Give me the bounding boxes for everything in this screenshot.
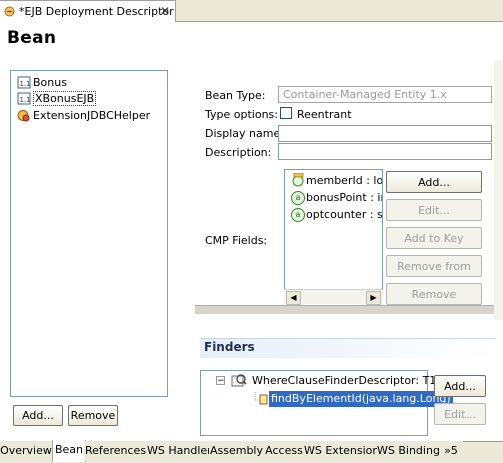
cmp-edit-button[interactable]: Edit... [386,199,482,221]
finder-method-icon [254,392,268,405]
ejb-bean-icon: 1.1 [17,76,31,89]
page-title: Bean [7,28,57,48]
finder-method-item[interactable]: findByElementId(java.lang.Long) [269,391,453,407]
editor-vertical-scrollbar[interactable] [494,60,503,320]
bean-type-label: Bean Type: [205,89,266,102]
description-label: Description: [205,146,272,159]
finder-descriptor-icon [231,374,247,387]
cmp-fields-label: CMP Fields: [205,234,268,247]
bean-list[interactable]: 1.1 Bonus 1.1 XBonusEJB ExtensionJDBCHel… [10,70,168,397]
session-bean-icon [17,110,30,122]
scroll-left-icon[interactable]: ◀ [286,291,301,305]
tab-references[interactable]: References [84,441,148,461]
key-field-icon [292,173,304,187]
ejb-descriptor-icon [4,6,15,17]
tab-bean[interactable]: Bean [52,440,86,462]
remove-bean-button[interactable]: Remove [68,405,118,426]
finder-edit-button[interactable]: Edit... [434,403,486,425]
display-name-field[interactable] [278,125,492,142]
reentrant-label: Reentrant [297,108,352,121]
cmp-remove-button[interactable]: Remove [386,283,482,305]
attribute-icon: a [291,191,305,205]
close-icon[interactable]: ✕ [160,4,170,18]
section-divider [195,305,503,314]
svg-text:1.1: 1.1 [20,80,31,88]
editor-tab[interactable]: *EJB Deployment Descriptor ✕ [0,0,176,22]
tab-ws-extension[interactable]: WS Extension [304,441,379,461]
add-bean-button[interactable]: Add... [13,405,63,426]
reentrant-checkbox[interactable] [280,107,292,119]
attribute-icon: a [291,208,305,222]
tab-overview[interactable]: Overview [0,441,53,461]
scroll-right-icon[interactable]: ▶ [366,291,381,305]
cmp-add-button[interactable]: Add... [386,171,482,193]
display-name-label: Display name: [205,127,284,140]
tab-ws-binding[interactable]: WS Binding [377,441,440,461]
more-tabs-icon[interactable]: »5 [439,441,463,461]
tab-access[interactable]: Access [264,441,305,461]
tab-ws-handler[interactable]: WS Handler [147,441,212,461]
type-options-label: Type options: [205,108,278,121]
collapse-icon[interactable]: − [216,376,225,386]
description-field[interactable] [278,143,492,160]
cmp-fields-list[interactable]: memberId : long a bonusPoint : int a opt… [284,169,383,304]
tab-assembly[interactable]: Assembly [209,441,265,461]
ejb-bean-icon: 1.1 [17,92,31,105]
remove-from-key-button[interactable]: Remove from Key [386,255,482,294]
finders-title: Finders [204,340,255,354]
add-to-key-button[interactable]: Add to Key [386,227,482,249]
editor-tab-label: *EJB Deployment Descriptor [19,5,174,18]
finder-add-button[interactable]: Add... [434,375,486,397]
finder-descriptor-label[interactable]: WhereClauseFinderDescriptor: T1.M [252,374,449,390]
bean-type-field: Container-Managed Entity 1.x [278,86,492,103]
svg-text:1.1: 1.1 [20,96,31,104]
cmp-horizontal-scrollbar[interactable]: ◀ ▶ [284,289,383,305]
